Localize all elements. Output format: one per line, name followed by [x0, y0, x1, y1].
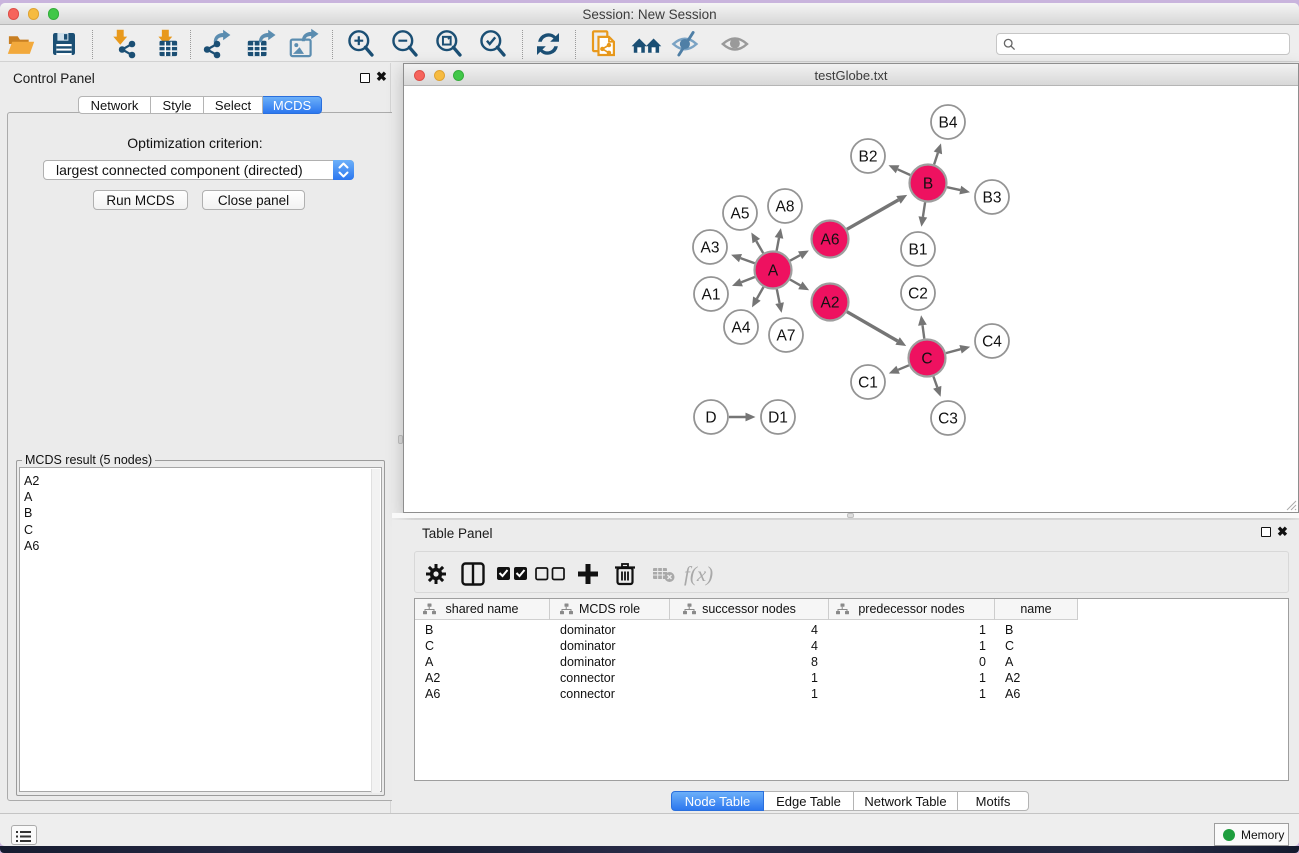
svg-text:C3: C3	[938, 411, 958, 428]
svg-text:D: D	[705, 410, 716, 427]
svg-text:D1: D1	[768, 410, 788, 427]
svg-text:A3: A3	[701, 240, 720, 257]
svg-text:B: B	[923, 176, 933, 193]
svg-text:A6: A6	[821, 232, 840, 249]
svg-text:B2: B2	[859, 149, 878, 166]
svg-text:A5: A5	[731, 206, 750, 223]
svg-text:B4: B4	[939, 115, 958, 132]
svg-text:C1: C1	[858, 375, 878, 392]
svg-text:C: C	[921, 351, 932, 368]
svg-text:B3: B3	[983, 190, 1002, 207]
svg-text:A7: A7	[777, 328, 796, 345]
svg-text:C4: C4	[982, 334, 1002, 351]
svg-text:C2: C2	[908, 286, 928, 303]
svg-text:A: A	[768, 263, 779, 280]
svg-text:B1: B1	[909, 242, 928, 259]
svg-text:f(x): f(x)	[684, 562, 713, 586]
svg-text:A1: A1	[702, 287, 721, 304]
svg-text:A8: A8	[776, 199, 795, 216]
svg-text:A4: A4	[732, 320, 751, 337]
svg-text:A2: A2	[821, 295, 840, 312]
